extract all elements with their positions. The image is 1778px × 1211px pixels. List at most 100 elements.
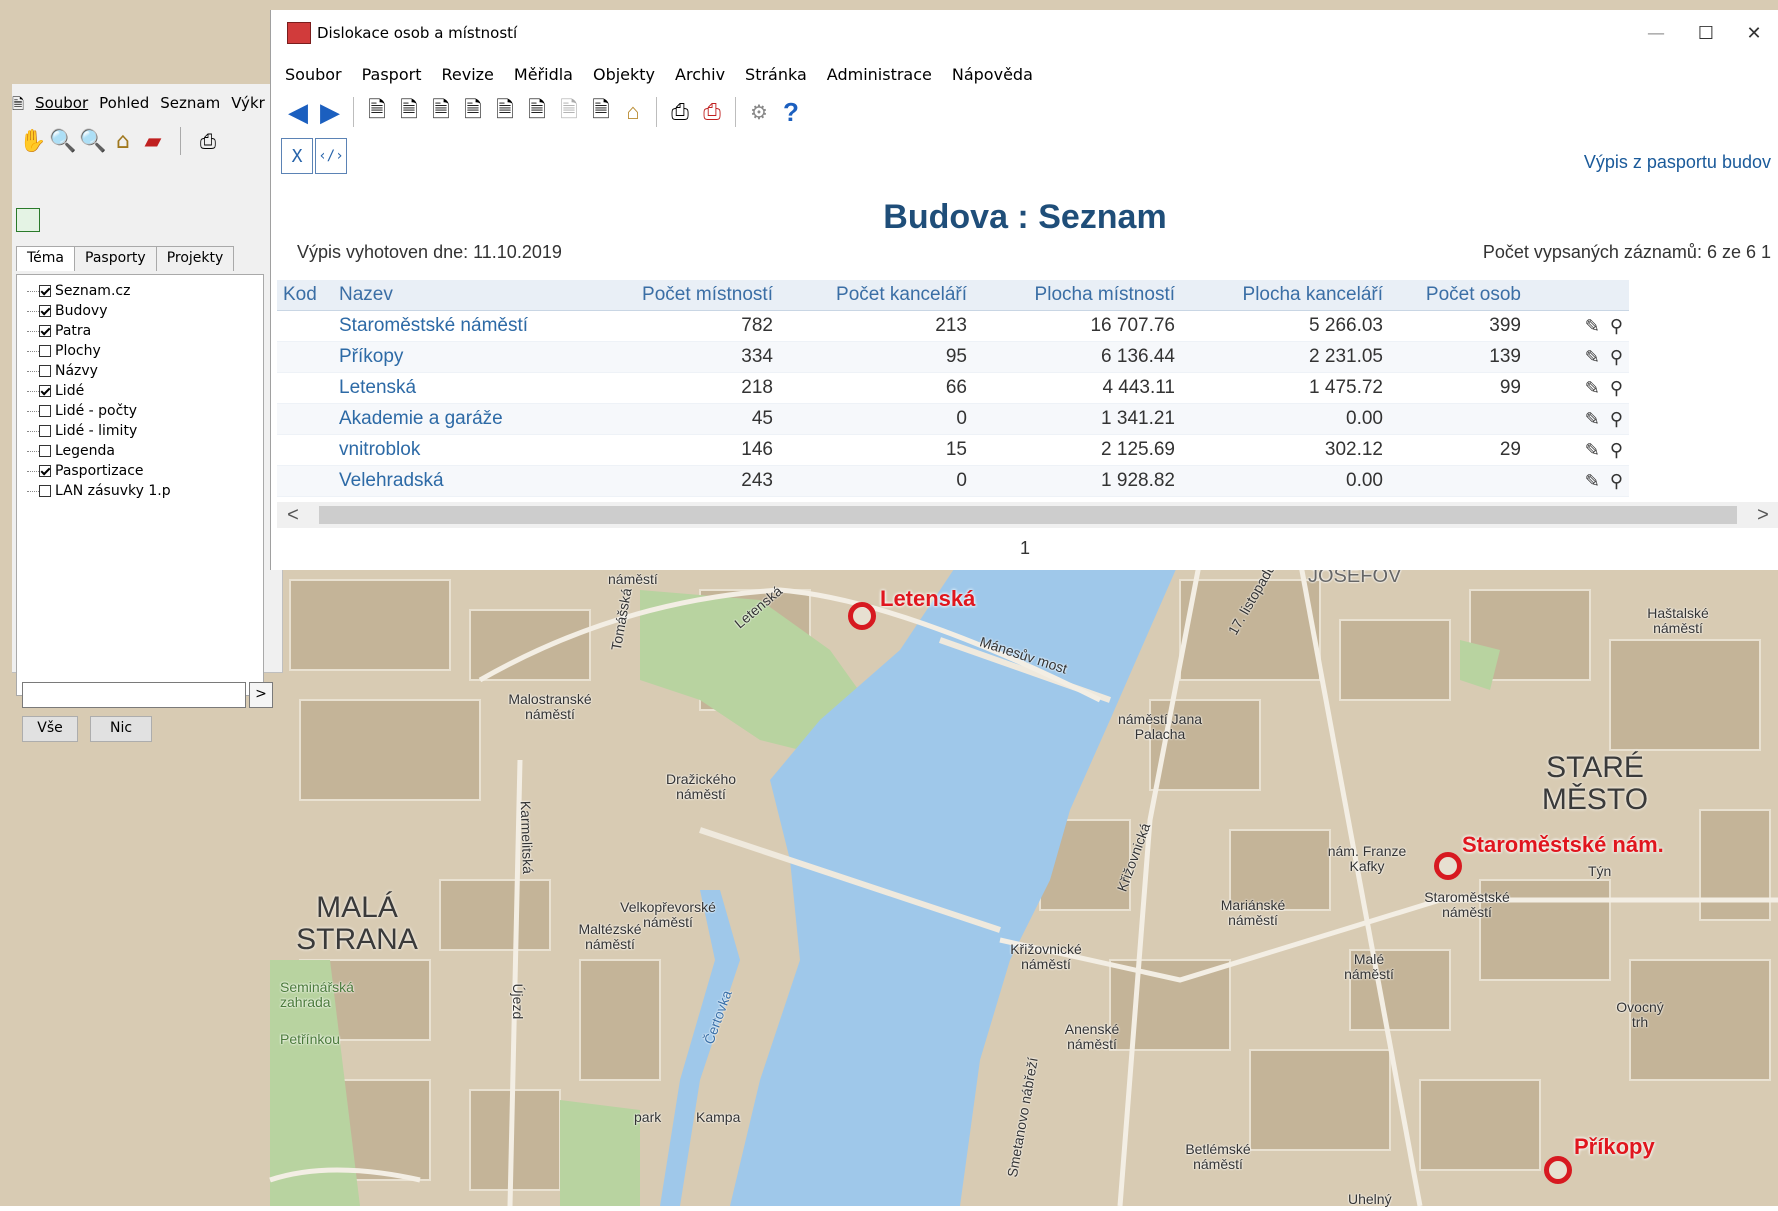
page-number[interactable]: 1 [271, 538, 1778, 559]
cell-nazev[interactable]: Akademie a garáže [333, 403, 585, 435]
layer-item[interactable]: Lidé - limity [39, 421, 137, 441]
edit-icon[interactable]: ✎ [1585, 316, 1600, 336]
tab-tema[interactable]: Téma [16, 246, 76, 271]
select-none-button[interactable]: Nic [90, 716, 152, 742]
report-icon[interactable]: 🗎 [492, 97, 518, 125]
menu-pasport[interactable]: Pasport [362, 65, 422, 84]
column-header-kod[interactable]: Kod [277, 280, 333, 311]
report-icon[interactable]: 🗎 [428, 97, 454, 125]
excel-export-icon[interactable]: X [281, 138, 313, 174]
map-pin-icon[interactable]: ⚲ [1610, 409, 1623, 429]
menu-pohled[interactable]: Pohled [99, 94, 149, 116]
forward-arrow-icon[interactable]: ▶ [317, 97, 343, 127]
cell-nazev[interactable]: Letenská [333, 372, 585, 404]
layer-item[interactable]: Lidé [39, 381, 84, 401]
layer-checkbox[interactable] [39, 485, 51, 497]
settings-icon[interactable]: ⚙ [746, 99, 772, 125]
cell-nazev[interactable]: Staroměstské náměstí [333, 310, 585, 342]
report-icon[interactable]: 🗎 [460, 97, 486, 125]
back-arrow-icon[interactable]: ◀ [285, 97, 311, 127]
report-gray-icon[interactable]: 🗎 [556, 97, 582, 125]
layer-checkbox[interactable] [39, 465, 51, 477]
edit-icon[interactable]: ✎ [1585, 471, 1600, 491]
layer-item[interactable]: Seznam.cz [39, 281, 130, 301]
map-pin-icon[interactable]: ⚲ [1610, 378, 1623, 398]
table-row[interactable]: Letenská 218 66 4 443.11 1 475.72 99 ✎ ⚲ [277, 372, 1629, 404]
map-pin-icon[interactable]: ⚲ [1610, 316, 1623, 336]
scrollbar-thumb[interactable] [319, 506, 1737, 524]
layer-item[interactable]: Patra [39, 321, 91, 341]
building-icon[interactable]: ⌂ [620, 99, 646, 125]
layer-checkbox[interactable] [39, 285, 51, 297]
column-header-pocet-osob[interactable]: Počet osob [1389, 280, 1527, 311]
cell-nazev[interactable]: Velehradská [333, 465, 585, 497]
edit-icon[interactable]: ✎ [1585, 347, 1600, 367]
layer-checkbox[interactable] [39, 385, 51, 397]
column-header-pocet-kancelari[interactable]: Počet kanceláří [779, 280, 973, 311]
layer-checkbox[interactable] [39, 345, 51, 357]
menu-vykr[interactable]: Výkr [231, 94, 265, 116]
report-r-icon[interactable]: 🗎 [588, 97, 614, 125]
layer-checkbox[interactable] [39, 365, 51, 377]
layer-checkbox[interactable] [39, 405, 51, 417]
maximize-icon[interactable]: ☐ [1683, 18, 1729, 50]
scroll-left-icon[interactable]: < [277, 502, 309, 528]
search-go-button[interactable]: > [249, 682, 273, 708]
map-pin-icon[interactable]: ⚲ [1610, 471, 1623, 491]
menu-seznam[interactable]: Seznam [160, 94, 220, 116]
xml-export-icon[interactable]: ‹/› [315, 138, 347, 174]
printer-icon[interactable]: ⎙ [195, 128, 221, 154]
menu-meridla[interactable]: Měřidla [514, 65, 573, 84]
menu-soubor[interactable]: Soubor [285, 65, 342, 84]
printer-icon[interactable]: ⎙ [667, 99, 693, 125]
layer-item[interactable]: Pasportizace [39, 461, 144, 481]
layer-item[interactable]: LAN zásuvky 1.p [39, 481, 171, 501]
layer-checkbox[interactable] [39, 305, 51, 317]
select-all-button[interactable]: Vše [22, 716, 78, 742]
edit-icon[interactable]: ✎ [1585, 409, 1600, 429]
horizontal-scrollbar[interactable]: < > [277, 502, 1778, 528]
menu-administrace[interactable]: Administrace [827, 65, 932, 84]
menu-napoveda[interactable]: Nápověda [952, 65, 1033, 84]
report-title-link[interactable]: Výpis z pasportu budov [1584, 152, 1771, 173]
zoom-out-icon[interactable]: 🔍 [79, 128, 106, 154]
report-icon[interactable]: 🗎 [364, 97, 390, 125]
cell-nazev[interactable]: vnitroblok [333, 434, 585, 466]
tab-projekty[interactable]: Projekty [155, 246, 235, 271]
scroll-right-icon[interactable]: > [1747, 502, 1778, 528]
table-row[interactable]: Velehradská 243 0 1 928.82 0.00 ✎ ⚲ [277, 465, 1629, 497]
building-marker-prikopy[interactable] [1544, 1156, 1572, 1184]
layer-item[interactable]: Plochy [39, 341, 101, 361]
layer-item[interactable]: Lidé - počty [39, 401, 137, 421]
menu-objekty[interactable]: Objekty [593, 65, 655, 84]
layer-search-input[interactable] [22, 682, 246, 708]
building-marker-letenska[interactable] [848, 602, 876, 630]
report-icon[interactable]: 🗎 [396, 97, 422, 125]
building-marker-staromestske[interactable] [1434, 852, 1462, 880]
layer-item[interactable]: Názvy [39, 361, 98, 381]
map-pin-icon[interactable]: ⚲ [1610, 347, 1623, 367]
map-pin-icon[interactable]: ⚲ [1610, 440, 1623, 460]
table-row[interactable]: Staroměstské náměstí 782 213 16 707.76 5 266… [277, 310, 1629, 342]
cell-nazev[interactable]: Příkopy [333, 341, 585, 373]
column-header-pocet-mistnosti[interactable]: Počet místností [585, 280, 779, 311]
menu-stranka[interactable]: Stránka [745, 65, 807, 84]
map-overview-icon[interactable] [16, 208, 40, 232]
table-row[interactable]: Akademie a garáže 45 0 1 341.21 0.00 ✎ ⚲ [277, 403, 1629, 435]
help-icon[interactable]: ? [778, 97, 804, 127]
edit-icon[interactable]: ✎ [1585, 378, 1600, 398]
column-header-plocha-kancelari[interactable]: Plocha kanceláří [1181, 280, 1389, 311]
layer-item[interactable]: Legenda [39, 441, 115, 461]
layer-checkbox[interactable] [39, 445, 51, 457]
column-header-nazev[interactable]: Nazev [333, 280, 585, 311]
pan-hand-icon[interactable]: ✋ [19, 128, 46, 154]
menu-soubor[interactable]: Soubor [35, 94, 88, 116]
layer-checkbox[interactable] [39, 425, 51, 437]
table-row[interactable]: Příkopy 334 95 6 136.44 2 231.05 139 ✎ ⚲ [277, 341, 1629, 373]
layers-icon[interactable]: ▰ [140, 128, 166, 154]
report-icon[interactable]: 🗎 [524, 97, 550, 125]
minimize-icon[interactable]: — [1633, 18, 1679, 50]
layer-checkbox[interactable] [39, 325, 51, 337]
column-header-plocha-mistnosti[interactable]: Plocha místností [973, 280, 1181, 311]
printer-alert-icon[interactable]: ⎙ [699, 99, 725, 125]
